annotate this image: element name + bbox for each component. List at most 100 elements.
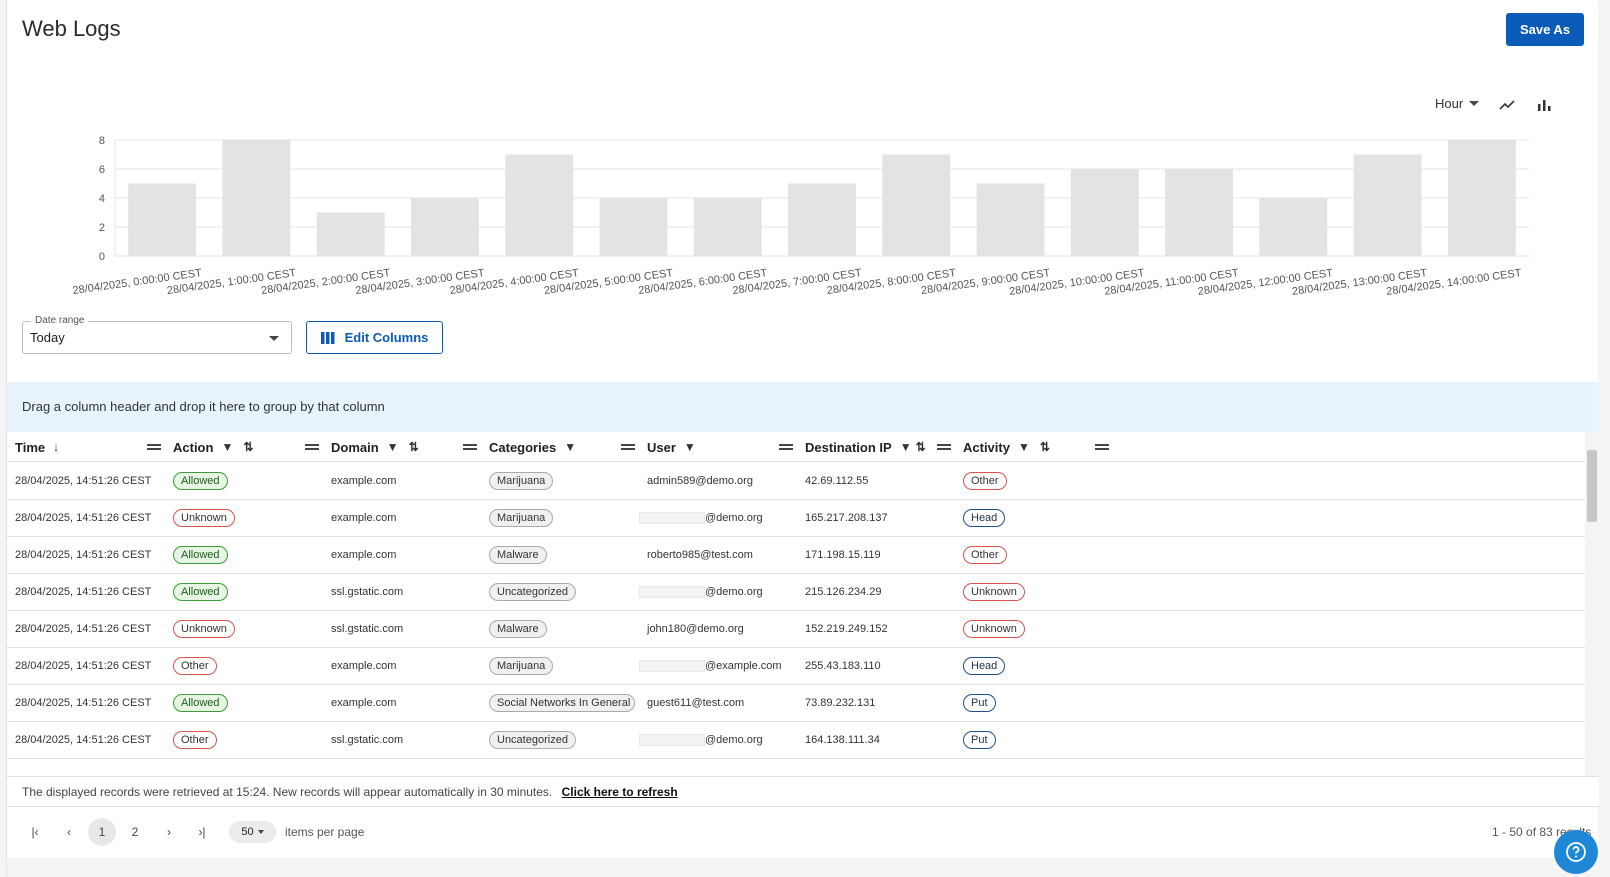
column-menu-icon[interactable] (463, 442, 477, 452)
filter-icon[interactable]: ▼ (900, 440, 912, 454)
sort-icon[interactable]: ⇅ (243, 440, 253, 454)
bar[interactable] (410, 198, 479, 256)
sort-icon[interactable]: ⇅ (916, 440, 926, 454)
page-title: Web Logs (22, 16, 121, 41)
cell-user: admin589@demo.org (647, 462, 753, 499)
table-row[interactable]: 28/04/2025, 14:51:26 CEST Allowed example.… (7, 536, 1585, 574)
table-row[interactable]: 28/04/2025, 14:51:26 CEST Allowed ssl.gsta… (7, 573, 1585, 611)
cell-activity: Other (963, 536, 1007, 573)
sort-down-icon[interactable]: ↓ (53, 440, 59, 454)
user-value: roberto985@test.com (647, 548, 753, 561)
cell-category: Malware (489, 610, 547, 647)
bar-chart-icon[interactable] (1534, 95, 1554, 115)
ip-value: 165.217.208.137 (805, 511, 888, 524)
user-value: @demo.org (705, 733, 763, 746)
table-row[interactable]: 28/04/2025, 14:51:26 CEST Allowed example.… (7, 462, 1585, 500)
cell-activity: Head (963, 647, 1006, 684)
filter-icon[interactable]: ▼ (564, 440, 576, 454)
column-header-activity[interactable]: Activity ▼ ⇅ (963, 432, 1060, 462)
y-tick-label: 0 (99, 251, 105, 263)
edit-columns-button[interactable]: Edit Columns (306, 321, 443, 354)
cell-time: 28/04/2025, 14:51:26 CEST (15, 499, 151, 536)
column-header-user[interactable]: User ▼ (647, 432, 706, 462)
help-button[interactable] (1554, 830, 1598, 874)
column-menu-icon[interactable] (937, 442, 951, 452)
horizontal-scrollbar[interactable] (7, 858, 1599, 877)
bar[interactable] (882, 154, 951, 257)
ip-value: 42.69.112.55 (805, 474, 869, 487)
table-row[interactable]: 28/04/2025, 14:51:26 CEST Unknown example.… (7, 499, 1585, 537)
sort-icon[interactable]: ⇅ (1040, 440, 1050, 454)
column-header-time[interactable]: Time ↓ (15, 432, 69, 462)
vertical-scrollbar[interactable] (1585, 432, 1599, 777)
time-value: 28/04/2025, 14:51:26 CEST (15, 659, 152, 672)
bar[interactable] (1165, 169, 1234, 256)
filter-icon[interactable]: ▼ (221, 440, 233, 454)
refresh-link[interactable]: Click here to refresh (562, 785, 678, 799)
bar[interactable] (316, 212, 385, 257)
column-header-destination-ip[interactable]: Destination IP ▼ ⇅ (805, 432, 936, 462)
filter-icon[interactable]: ▼ (387, 440, 399, 454)
action-badge: Allowed (173, 545, 228, 564)
last-page-icon[interactable]: ›| (188, 818, 216, 846)
domain-value: ssl.gstatic.com (331, 585, 404, 598)
cell-time: 28/04/2025, 14:51:26 CEST (15, 647, 151, 684)
bar[interactable] (1447, 140, 1516, 256)
previous-page-icon[interactable]: ‹ (55, 818, 83, 846)
column-header-categories[interactable]: Categories ▼ (489, 432, 586, 462)
ip-value: 73.89.232.131 (805, 696, 876, 709)
action-badge: Unknown (173, 508, 235, 527)
cell-domain: example.com (331, 684, 396, 721)
bar[interactable] (1259, 198, 1328, 256)
column-menu-icon[interactable] (1095, 442, 1109, 452)
bar[interactable] (599, 198, 668, 256)
user-value: guest611@test.com (647, 696, 745, 709)
table-row[interactable]: 28/04/2025, 14:51:26 CEST Other example.co… (7, 647, 1585, 685)
column-menu-icon[interactable] (147, 442, 161, 452)
bar[interactable] (788, 183, 856, 257)
cell-destination-ip: 73.89.232.131 (805, 684, 875, 721)
bar[interactable] (1353, 154, 1422, 257)
line-chart-icon[interactable] (1497, 95, 1517, 115)
column-menu-icon[interactable] (621, 442, 635, 452)
next-page-icon[interactable]: › (155, 818, 183, 846)
logs-bar-chart: 0246828/04/2025, 0:00:00 CEST28/04/2025,… (72, 135, 1529, 298)
column-header-domain[interactable]: Domain ▼ ⇅ (331, 432, 429, 462)
action-badge: Other (173, 730, 217, 749)
cell-category: Marijuana (489, 647, 554, 684)
table-row[interactable]: 28/04/2025, 14:51:26 CEST Allowed example.… (7, 684, 1585, 722)
scrollbar-thumb[interactable] (1587, 450, 1597, 522)
bar[interactable] (693, 198, 762, 256)
items-per-page-select[interactable]: 50 (229, 821, 276, 843)
bar[interactable] (222, 140, 291, 256)
group-by-drop-zone[interactable]: Drag a column header and drop it here to… (7, 382, 1599, 432)
column-menu-icon[interactable] (779, 442, 793, 452)
table-body: 28/04/2025, 14:51:26 CEST Allowed example.… (7, 462, 1585, 775)
cell-activity: Put (963, 721, 996, 758)
cell-category: Marijuana (489, 499, 554, 536)
sort-icon[interactable]: ⇅ (409, 440, 419, 454)
bar[interactable] (505, 154, 574, 257)
table-row[interactable]: 28/04/2025, 14:51:26 CEST Other ssl.gstati… (7, 721, 1585, 759)
cell-activity: Other (963, 462, 1007, 499)
category-badge: Marijuana (489, 471, 554, 490)
action-badge: Allowed (173, 471, 228, 490)
bar[interactable] (976, 183, 1045, 257)
first-page-icon[interactable]: |‹ (21, 818, 49, 846)
column-header-action[interactable]: Action ▼ ⇅ (173, 432, 263, 462)
bar[interactable] (128, 183, 197, 257)
column-menu-icon[interactable] (305, 442, 319, 452)
refresh-notice-text: The displayed records were retrieved at … (22, 785, 553, 799)
filter-icon[interactable]: ▼ (1018, 440, 1030, 454)
save-as-button[interactable]: Save As (1506, 13, 1584, 46)
page-button-1[interactable]: 1 (88, 818, 116, 846)
interval-select[interactable]: Hour (1435, 96, 1480, 111)
bar[interactable] (1070, 169, 1139, 256)
cell-destination-ip: 255.43.183.110 (805, 647, 881, 684)
table-header: Time ↓ Action ▼ ⇅ Domain ▼ ⇅ Categories … (7, 432, 1585, 462)
cell-destination-ip: 165.217.208.137 (805, 499, 888, 536)
page-button-2[interactable]: 2 (121, 818, 149, 846)
table-row[interactable]: 28/04/2025, 14:51:26 CEST Unknown ssl.gsta… (7, 610, 1585, 648)
filter-icon[interactable]: ▼ (684, 440, 696, 454)
date-range-select[interactable]: Date range Today (22, 315, 292, 354)
